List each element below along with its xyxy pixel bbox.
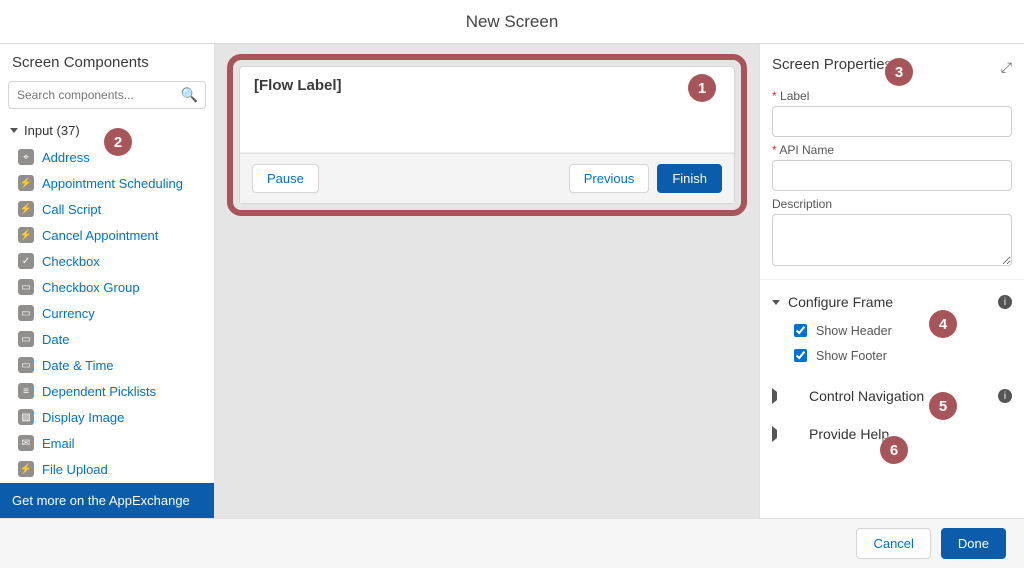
- component-label: Dependent Picklists: [42, 384, 156, 399]
- screen-properties-panel: Screen Properties ⤢ * Label * API Name D…: [759, 44, 1024, 518]
- chevron-right-icon: [772, 388, 801, 404]
- component-item[interactable]: ▭ Checkbox Group: [0, 274, 214, 300]
- component-label: Date: [42, 332, 69, 347]
- component-item[interactable]: ⚡ Appointment Scheduling: [0, 170, 214, 196]
- component-label: Display Image: [42, 410, 124, 425]
- component-list[interactable]: ⌖ Address ⚡ Appointment Scheduling ⚡ Call Scr…: [0, 144, 214, 483]
- search-input[interactable]: [8, 81, 206, 109]
- show-footer-checkbox[interactable]: Show Footer: [772, 343, 1012, 368]
- modal-title: New Screen: [466, 12, 559, 32]
- component-item[interactable]: ▭Long Text Area: [0, 482, 214, 483]
- component-icon: ▭: [18, 279, 34, 295]
- component-item[interactable]: ▭ Currency: [0, 300, 214, 326]
- component-icon: ⚡: [18, 201, 34, 217]
- description-input[interactable]: [772, 214, 1012, 266]
- properties-title: Screen Properties: [772, 56, 892, 73]
- search-icon: 🔍: [181, 87, 198, 104]
- component-icon: ✉: [18, 435, 34, 451]
- control-navigation-section[interactable]: Control Navigation i: [772, 368, 1012, 412]
- component-icon: ▭: [18, 357, 34, 373]
- component-label: Email: [42, 436, 75, 451]
- component-item[interactable]: ⚡ Cancel Appointment: [0, 222, 214, 248]
- component-icon: ⚡: [18, 175, 34, 191]
- component-item[interactable]: ✓ Checkbox: [0, 248, 214, 274]
- panel-title: Screen Components: [0, 44, 214, 77]
- cancel-button[interactable]: Cancel: [856, 528, 930, 559]
- description-field-label: Description: [772, 197, 1012, 211]
- info-icon[interactable]: i: [998, 295, 1012, 309]
- component-item[interactable]: ▧ Display Image: [0, 404, 214, 430]
- component-label: Checkbox: [42, 254, 100, 269]
- screen-preview[interactable]: [Flow Label] Pause Previous Finish: [239, 66, 735, 204]
- component-item[interactable]: ≡ Dependent Picklists: [0, 378, 214, 404]
- component-icon: ✓: [18, 253, 34, 269]
- input-group-label: Input (37): [24, 123, 80, 138]
- previous-button[interactable]: Previous: [569, 164, 650, 193]
- component-item[interactable]: ▭ Date & Time: [0, 352, 214, 378]
- component-label: Checkbox Group: [42, 280, 140, 295]
- component-item[interactable]: ⚡ Call Script: [0, 196, 214, 222]
- api-name-input[interactable]: [772, 160, 1012, 191]
- component-icon: ⚡: [18, 227, 34, 243]
- chevron-down-icon: [10, 128, 18, 133]
- finish-button[interactable]: Finish: [657, 164, 722, 193]
- show-header-checkbox[interactable]: Show Header: [772, 318, 1012, 343]
- configure-frame-section[interactable]: Configure Frame i: [772, 280, 1012, 318]
- input-group-toggle[interactable]: Input (37): [0, 117, 214, 144]
- component-item[interactable]: ⚡ File Upload: [0, 456, 214, 482]
- info-icon[interactable]: i: [998, 389, 1012, 403]
- component-icon: ▧: [18, 409, 34, 425]
- component-label: Date & Time: [42, 358, 114, 373]
- component-label: File Upload: [42, 462, 108, 477]
- component-label: Address: [42, 150, 90, 165]
- component-label: Appointment Scheduling: [42, 176, 183, 191]
- label-input[interactable]: [772, 106, 1012, 137]
- component-icon: ⚡: [18, 461, 34, 477]
- component-item[interactable]: ✉ Email: [0, 430, 214, 456]
- provide-help-section[interactable]: Provide Help: [772, 412, 1012, 450]
- expand-icon[interactable]: ⤢: [1001, 59, 1012, 76]
- canvas-area: [Flow Label] Pause Previous Finish: [215, 44, 759, 518]
- pause-button[interactable]: Pause: [252, 164, 319, 193]
- screen-components-panel: Screen Components 🔍 Input (37) ⌖ Address ⚡…: [0, 44, 215, 518]
- component-item[interactable]: ▭ Date: [0, 326, 214, 352]
- component-icon: ▭: [18, 331, 34, 347]
- chevron-right-icon: [772, 426, 801, 442]
- component-icon: ▭: [18, 305, 34, 321]
- component-label: Cancel Appointment: [42, 228, 158, 243]
- api-name-field-label: API Name: [779, 143, 834, 157]
- component-label: Currency: [42, 306, 95, 321]
- chevron-down-icon: [772, 300, 780, 305]
- component-icon: ≡: [18, 383, 34, 399]
- done-button[interactable]: Done: [941, 528, 1006, 559]
- label-field-label: Label: [780, 89, 809, 103]
- component-icon: ⌖: [18, 149, 34, 165]
- modal-footer: Cancel Done: [0, 518, 1024, 568]
- canvas-highlight-frame: [Flow Label] Pause Previous Finish: [227, 54, 747, 216]
- component-item[interactable]: ⌖ Address: [0, 144, 214, 170]
- flow-label-placeholder: [Flow Label]: [254, 77, 342, 94]
- component-label: Call Script: [42, 202, 101, 217]
- appexchange-link[interactable]: Get more on the AppExchange: [0, 483, 214, 518]
